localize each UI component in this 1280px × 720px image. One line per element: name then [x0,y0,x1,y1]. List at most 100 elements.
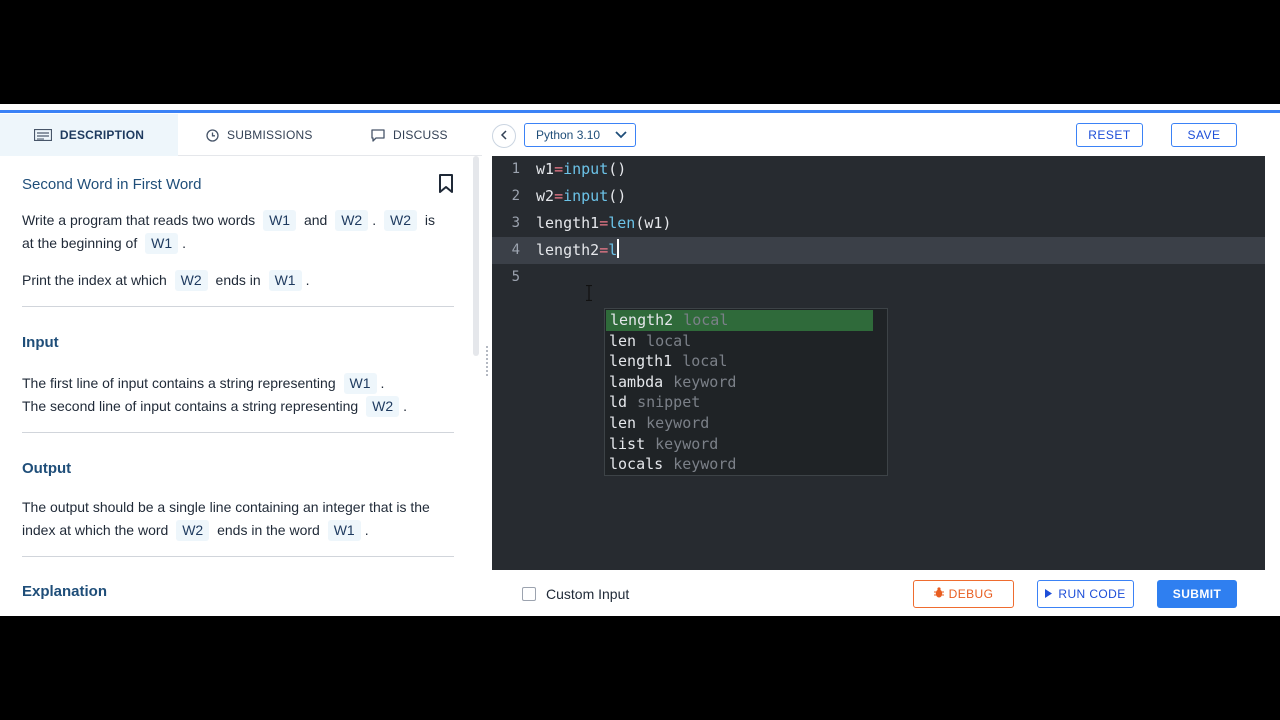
editor-footer: Custom Input DEBUG RUN CODE SUBMIT [492,570,1280,616]
statement-text: index at which the word [22,522,169,538]
run-code-button[interactable]: RUN CODE [1037,580,1134,608]
play-icon [1045,587,1053,601]
code-text: length1=len(w1) [536,210,671,237]
statement-text: ends in [215,272,261,288]
autocomplete-popup: length2 local len local length1 local lambd… [604,308,888,476]
code-token: length2 [536,241,600,259]
output-description: The output should be a single line conta… [22,496,430,542]
input-description: The first line of input contains a strin… [22,372,407,418]
suggestion-kind: snippet [637,393,701,412]
code-token: = [599,241,609,259]
line-number: 3 [511,215,520,231]
suggestion-name: locals [609,455,664,474]
code-line: 2 w2=input() [492,183,1265,210]
bookmark-icon[interactable] [438,174,454,199]
suggestion-item[interactable]: ld snippet [605,392,887,413]
tab-discuss[interactable]: DISCUSS [371,114,451,156]
description-icon [33,129,52,141]
save-button[interactable]: SAVE [1171,123,1237,147]
code-line: 3 length1=len(w1) [492,210,1265,237]
code-token: w2 [536,187,555,205]
code-token: = [554,160,564,178]
reset-button[interactable]: RESET [1076,123,1143,147]
line-number: 5 [511,269,520,285]
code-token: = [599,214,609,232]
language-select[interactable]: Python 3.10 [524,123,636,147]
code-text: length2=l [536,237,620,264]
code-token: l [608,241,618,259]
suggestion-item[interactable]: locals keyword [605,454,887,475]
code-token: w1 [536,160,555,178]
statement-text: . [364,522,369,538]
suggestion-item[interactable]: len local [605,331,887,352]
tab-submissions-label: SUBMISSIONS [227,128,313,142]
statement-text: Print the index at which [22,272,167,288]
tab-discuss-label: DISCUSS [393,128,448,142]
code-token: = [554,187,564,205]
tab-description-label: DESCRIPTION [59,128,145,142]
suggestion-item-selected[interactable]: length2 local [606,310,873,331]
code-token: len [608,214,636,232]
text-cursor-icon [586,284,592,306]
custom-input-checkbox[interactable] [522,587,536,601]
collapse-panel-button[interactable] [492,124,516,148]
output-heading: Output [22,460,72,477]
code-chip: W2 [383,210,417,231]
editor-panel: Python 3.10 RESET SAVE 1 w1=input() 2 w2… [492,114,1280,616]
code-token: length1 [536,214,600,232]
suggestion-name: length2 [610,311,674,329]
code-chip: W1 [343,373,377,394]
suggestion-item[interactable]: len keyword [605,413,887,434]
line-number: 1 [511,161,520,177]
suggestion-kind: local [646,331,692,350]
statement-text: at the beginning of [22,235,138,251]
code-chip: W1 [268,270,302,291]
code-editor[interactable]: 1 w1=input() 2 w2=input() 3 length1=len(… [492,156,1265,570]
tab-description[interactable]: DESCRIPTION [0,114,178,156]
custom-input-label[interactable]: Custom Input [546,586,629,602]
section-divider [22,432,454,433]
clock-icon [206,128,219,142]
explanation-heading: Explanation [22,583,108,600]
suggestion-item[interactable]: list keyword [605,434,887,455]
suggestion-name: ld [609,393,628,412]
code-chip: W1 [327,520,361,541]
statement-text: and [303,212,328,228]
editor-toolbar: Python 3.10 RESET SAVE [492,114,1280,156]
statement-text: . [372,212,377,228]
line-number: 4 [511,242,520,258]
chat-icon [371,128,385,142]
code-token: () [608,187,627,205]
suggestion-kind: keyword [673,372,737,391]
statement-paragraph-2: Print the index at which W2 ends in W1. [22,269,309,292]
suggestion-kind: local [682,352,728,371]
debug-button[interactable]: DEBUG [913,580,1014,608]
statement-paragraph-1: Write a program that reads two words W1 … [22,209,454,255]
suggestion-kind: local [683,311,729,329]
code-token: input [563,160,609,178]
debug-label: DEBUG [948,587,994,601]
suggestion-name: list [609,434,646,453]
statement-text: The output should be a single line conta… [22,499,430,515]
code-token: (w1) [635,214,672,232]
suggestion-kind: keyword [646,413,710,432]
run-code-label: RUN CODE [1058,587,1126,601]
chevron-left-icon [500,127,508,145]
line-number: 2 [511,188,520,204]
input-heading: Input [22,334,59,351]
suggestion-item[interactable]: lambda keyword [605,372,887,393]
code-chip: W2 [176,520,210,541]
language-value: Python 3.10 [536,128,601,142]
description-scrollbar[interactable] [473,156,479,356]
submit-button[interactable]: SUBMIT [1157,580,1237,608]
code-chip: W2 [335,210,369,231]
description-panel: DESCRIPTION SUBMISSIONS DISCUSS Second W… [0,114,482,616]
panel-resize-handle[interactable] [485,344,489,378]
problem-title: Second Word in First Word [22,176,202,193]
suggestion-item[interactable]: length1 local [605,351,887,372]
statement-text: . [380,375,385,391]
statement-text: . [403,398,407,414]
statement-text: ends in the word [217,522,320,538]
code-token: () [608,160,627,178]
tab-submissions[interactable]: SUBMISSIONS [206,114,316,156]
